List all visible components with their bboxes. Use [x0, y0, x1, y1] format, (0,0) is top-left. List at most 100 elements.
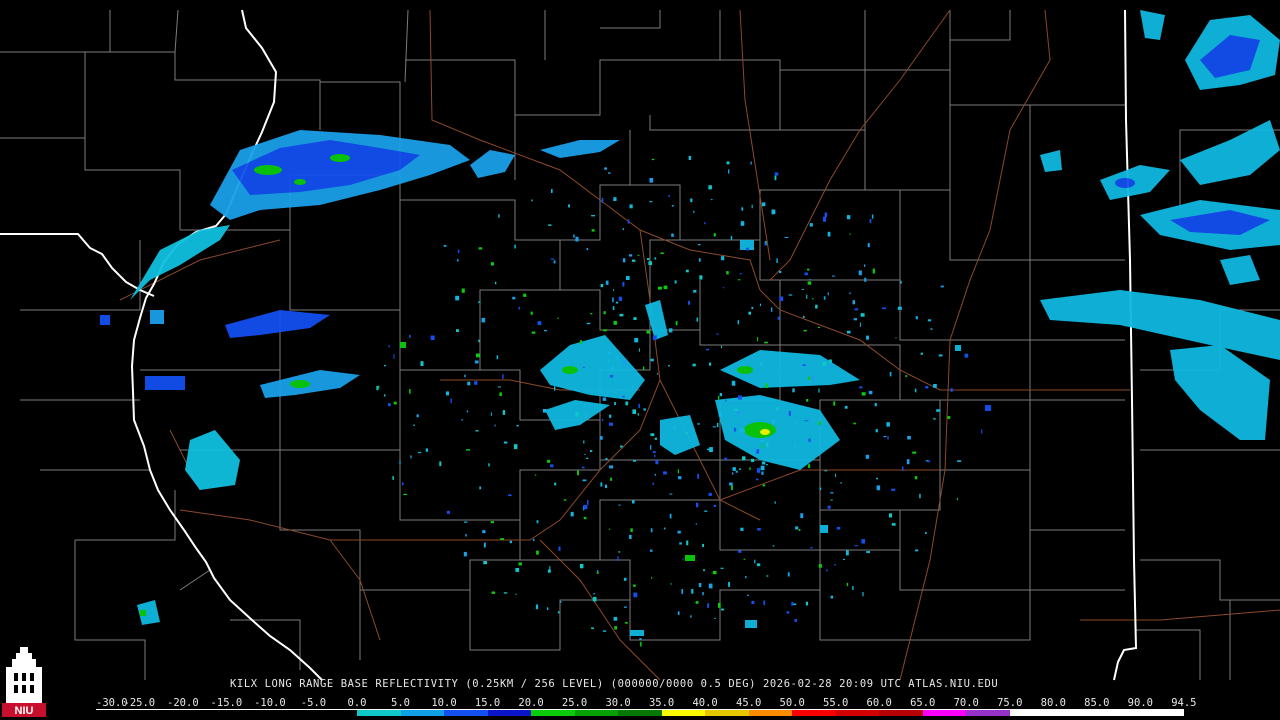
clutter-pixel [554, 386, 556, 391]
colorbar-tick-label: -5.0 [300, 697, 327, 709]
clutter-pixel [854, 545, 858, 547]
colorbar-tick-label: 65.0 [910, 697, 936, 709]
colorbar-segment [531, 710, 575, 716]
clutter-pixel [731, 485, 733, 491]
clutter-pixel [461, 288, 465, 293]
clutter-pixel [496, 355, 499, 360]
colorbar-segment [444, 710, 488, 716]
clutter-pixel [461, 419, 463, 421]
clutter-pixel [490, 521, 494, 524]
clutter-pixel [450, 398, 452, 404]
clutter-pixel [550, 464, 554, 468]
clutter-pixel [957, 460, 962, 462]
clutter-pixel [622, 258, 626, 263]
clutter-pixel [410, 455, 412, 459]
clutter-pixel [726, 161, 730, 165]
clutter-pixel [669, 328, 673, 333]
clutter-pixel [897, 306, 902, 310]
clutter-pixel [751, 306, 754, 309]
clutter-pixel [614, 402, 616, 405]
clutter-pixel [745, 576, 747, 579]
clutter-pixel [846, 330, 851, 334]
clutter-pixel [762, 484, 766, 487]
clutter-pixel [793, 603, 797, 606]
clutter-pixel [533, 538, 535, 542]
clutter-pixel [907, 436, 911, 440]
clutter-pixel [915, 316, 918, 320]
clutter-pixel [503, 441, 508, 444]
clutter-pixel [534, 474, 537, 476]
clutter-pixel [590, 313, 593, 315]
clutter-pixel [859, 386, 863, 389]
clutter-pixel [586, 322, 591, 325]
clutter-pixel [553, 260, 556, 264]
clutter-pixel [859, 322, 861, 327]
clutter-pixel [630, 528, 633, 532]
clutter-pixel [688, 300, 690, 305]
clutter-pixel [643, 366, 645, 371]
clutter-pixel [836, 526, 841, 530]
clutter-pixel [523, 293, 527, 297]
clutter-pixel [636, 374, 640, 376]
clutter-pixel [384, 364, 386, 367]
clutter-pixel [491, 262, 494, 266]
clutter-pixel [846, 582, 849, 587]
colorbar-tick-label: 94.5 [1171, 697, 1197, 709]
clutter-pixel [491, 591, 495, 594]
colorbar-segment [400, 710, 445, 716]
clutter-pixel [456, 259, 459, 262]
clutter-pixel [883, 436, 887, 438]
clutter-pixel [682, 558, 684, 560]
clutter-pixel [650, 549, 653, 552]
clutter-pixel [425, 448, 428, 452]
clutter-pixel [605, 484, 608, 489]
clutter-pixel [743, 429, 746, 432]
clutter-pixel [933, 418, 936, 420]
clutter-pixel [774, 175, 777, 181]
clutter-pixel [515, 568, 520, 572]
clutter-pixel [647, 258, 650, 261]
clutter-pixel [629, 534, 632, 539]
clutter-pixel [674, 280, 677, 284]
clutter-pixel [719, 393, 722, 397]
clutter-pixel [807, 281, 812, 285]
clutter-pixel [808, 438, 811, 442]
clutter-pixel [810, 547, 813, 549]
county-boundaries [0, 9, 1280, 680]
colorbar-segment [313, 710, 358, 716]
clutter-pixel [696, 317, 699, 322]
colorbar-segment [748, 710, 793, 716]
clutter-pixel [376, 386, 379, 391]
clutter-pixel [605, 458, 608, 460]
clutter-pixel [794, 423, 798, 425]
clutter-pixel [681, 589, 684, 594]
clutter-pixel [750, 161, 752, 165]
clutter-pixel [803, 330, 807, 332]
clutter-pixel [586, 248, 589, 251]
clutter-pixel [637, 413, 639, 416]
clutter-pixel [791, 601, 794, 606]
clutter-pixel [695, 601, 699, 604]
clutter-pixel [812, 298, 814, 300]
clutter-pixel [721, 608, 725, 611]
clutter-pixel [713, 233, 716, 237]
colorbar-segment [183, 710, 227, 716]
clutter-pixel [762, 202, 766, 207]
clutter-pixel [640, 641, 642, 647]
clutter-pixel [830, 499, 833, 501]
colorbar-tick-label: 70.0 [953, 697, 979, 709]
clutter-pixel [956, 498, 958, 501]
clutter-pixel [774, 172, 779, 176]
clutter-pixel [696, 502, 699, 508]
clutter-pixel [842, 558, 845, 560]
clutter-pixel [906, 459, 910, 465]
clutter-pixel [708, 583, 713, 589]
colorbar-segment [270, 710, 314, 716]
clutter-pixel [854, 308, 859, 311]
clutter-pixel [947, 416, 951, 419]
clutter-pixel [593, 593, 595, 595]
clutter-pixel [467, 381, 471, 386]
clutter-pixel [648, 261, 652, 266]
clutter-pixel [761, 461, 766, 465]
clutter-pixel [596, 572, 599, 574]
